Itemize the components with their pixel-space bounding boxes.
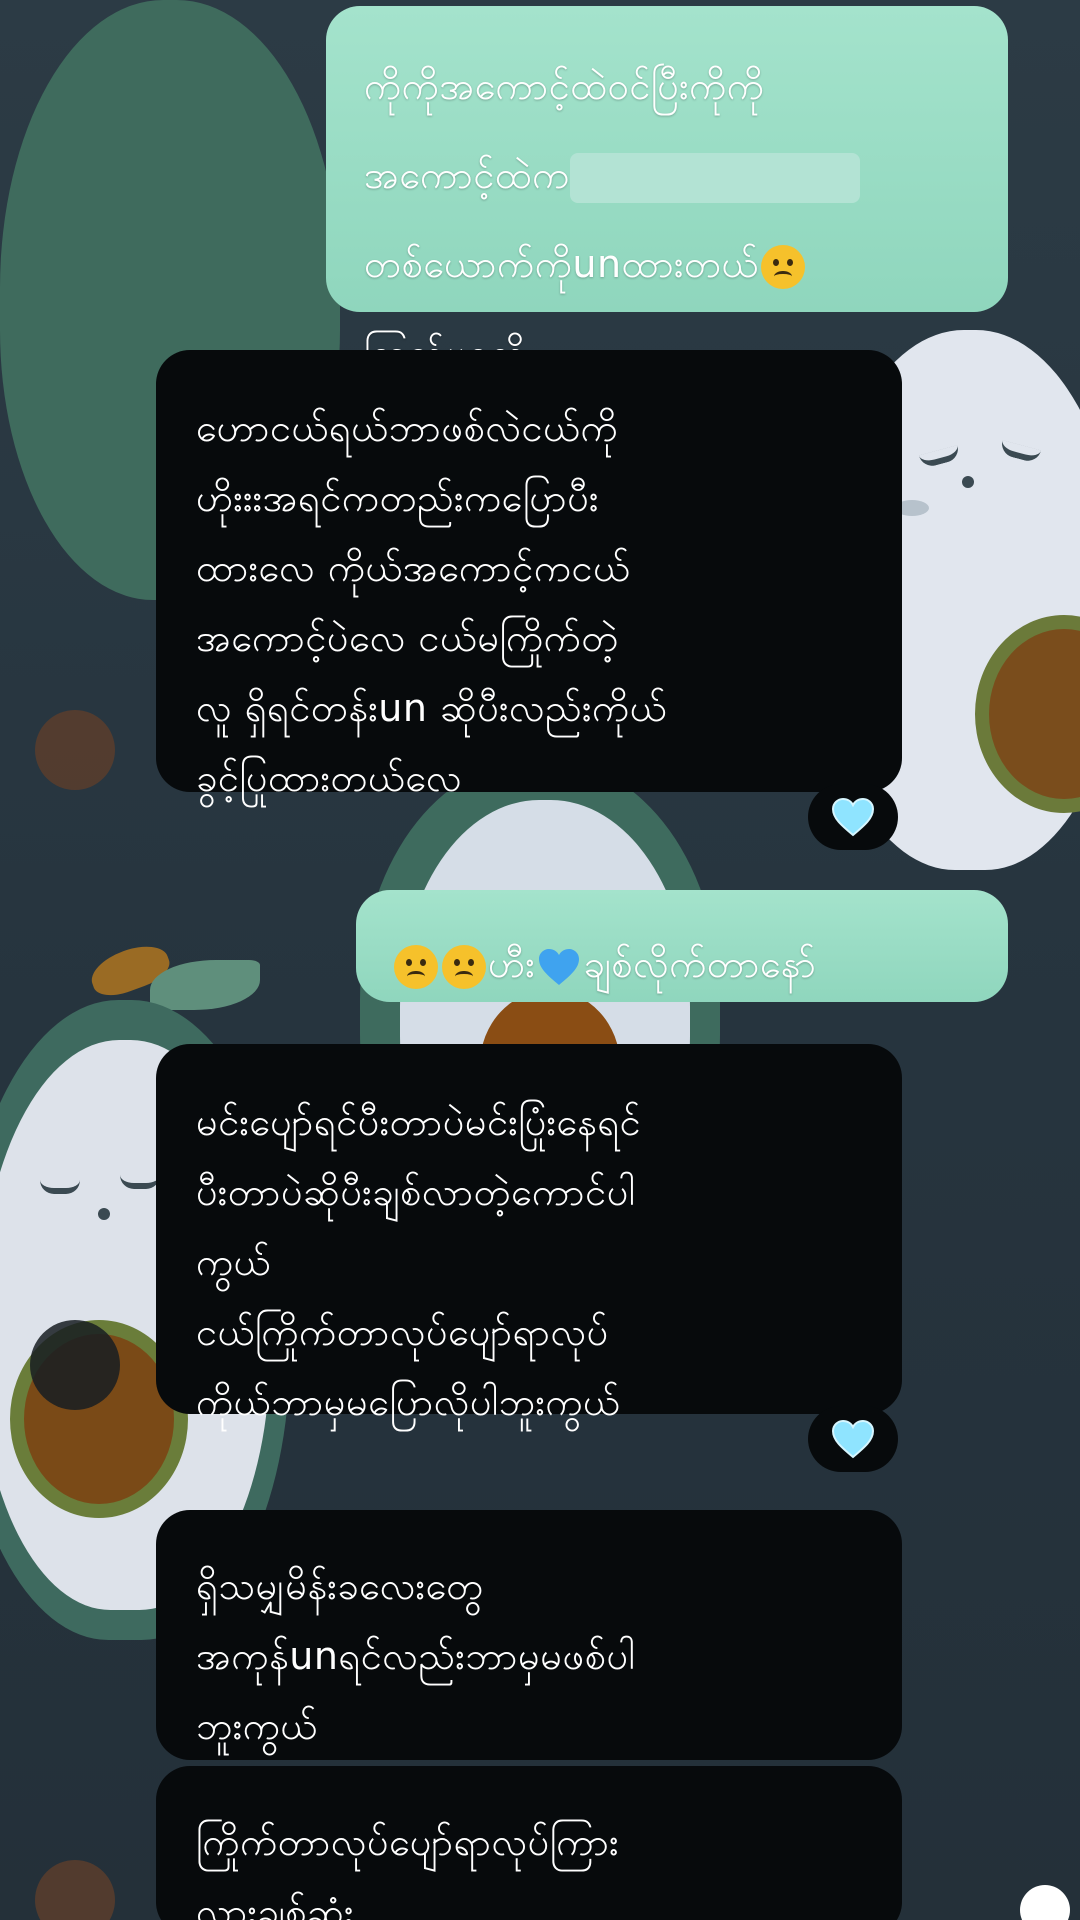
message-bubble-sent[interactable]: ဟီး ချစ်လိုက်တာနော် [356, 890, 1008, 1002]
message-text-part: ဟီး [488, 942, 536, 986]
frowning-face-icon [442, 944, 486, 989]
reaction-badge[interactable] [808, 784, 898, 850]
message-text: အကောင့်ထဲက [364, 140, 978, 210]
message-bubble-received[interactable]: ရှိသမျှမိန်းခလေးတွေ အကုန်unရင်လည်းဘာမှမဖ… [156, 1510, 902, 1760]
light-blue-heart-icon [831, 1419, 875, 1459]
floating-action-dot[interactable] [1020, 1885, 1070, 1920]
message-bubble-sent[interactable]: ကိုကိုအကောင့်ထဲဝင်ပြီးကိုကို အကောင့်ထဲက … [326, 6, 1008, 375]
light-blue-heart-icon [831, 797, 875, 837]
message-text-part: အကောင့်ထဲက [364, 153, 570, 197]
message-text: ရှိသမျှမိန်းခလေးတွေ အကုန်unရင်လည်းဘာမှမဖ… [196, 1564, 636, 1748]
blue-heart-icon [539, 948, 580, 985]
message-text: မင်းပျော်ရင်ပီးတာပဲမင်းပြုံးနေရင် ပီးတာပ… [196, 1100, 642, 1424]
message-text: ဟောငယ်ရယ်ဘာဖစ်လဲငယ်ကို ဟိုးးးအရင်ကတည်းကပ… [196, 406, 668, 800]
redacted-name-blur [569, 152, 860, 203]
message-text: ဟီး ချစ်လိုက်တာနော် [392, 929, 980, 999]
message-text-part: တစ်ယောက်ကိုunထားတယ် [364, 242, 759, 286]
background-dot [30, 1320, 120, 1410]
avocado-nose-icon [962, 476, 974, 488]
message-bubble-received[interactable]: ဟောငယ်ရယ်ဘာဖစ်လဲငယ်ကို ဟိုးးးအရင်ကတည်းကပ… [156, 350, 902, 800]
avocado-nose-icon [98, 1208, 110, 1220]
message-text-part: ချစ်လိုက်တာနော် [583, 942, 817, 986]
frowning-face-icon [394, 944, 438, 989]
chat-screen: ကိုကိုအကောင့်ထဲဝင်ပြီးကိုကို အကောင့်ထဲက … [0, 0, 1080, 1920]
background-dot [35, 1860, 115, 1920]
message-bubble-received[interactable]: မင်းပျော်ရင်ပီးတာပဲမင်းပြုံးနေရင် ပီးတာပ… [156, 1044, 902, 1424]
frowning-face-icon [760, 244, 805, 289]
message-text: ကိုကိုအကောင့်ထဲဝင်ပြီးကိုကို [364, 64, 765, 108]
message-text: ကြိုက်တာလုပ်ပျော်ရာလုပ်ကြား လားချစ်ဆုံး [196, 1820, 620, 1920]
reaction-badge[interactable] [808, 1406, 898, 1472]
message-text: တစ်ယောက်ကိုunထားတယ် [364, 229, 978, 299]
background-dot [35, 710, 115, 790]
message-bubble-received[interactable]: ကြိုက်တာလုပ်ပျော်ရာလုပ်ကြား လားချစ်ဆုံး [156, 1766, 902, 1920]
